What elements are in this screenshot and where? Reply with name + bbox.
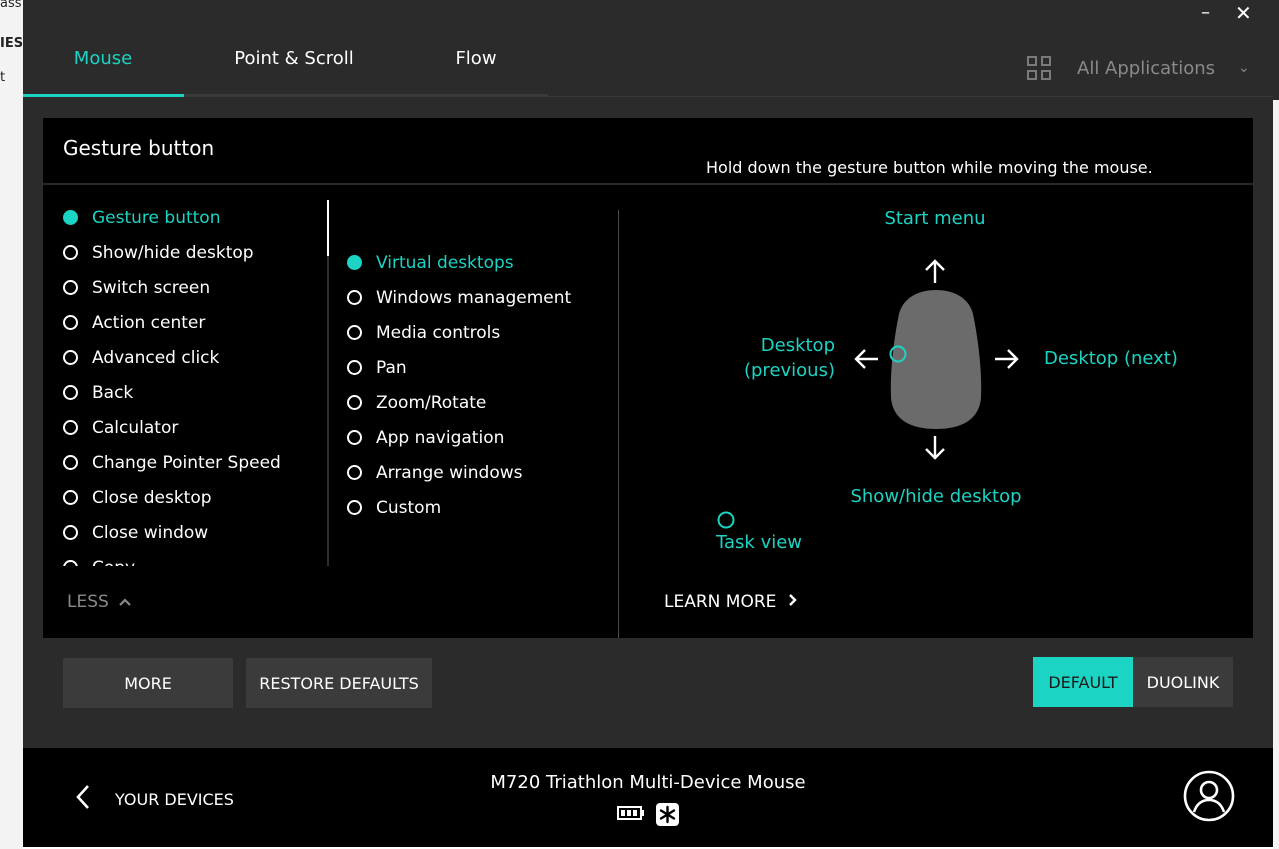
chevron-right-icon[interactable] (788, 593, 798, 607)
tab-flow[interactable]: Flow (436, 48, 516, 69)
bluetooth-icon (656, 803, 679, 826)
gesture-down-label: Show/hide desktop (850, 486, 1022, 507)
tab-point-scroll[interactable]: Point & Scroll (219, 48, 369, 69)
logi-options-window: – ✕ Mouse Point & Scroll Flow All Applic… (23, 0, 1273, 847)
gesture-button-panel: Gesture button Hold down the gesture but… (43, 118, 1253, 638)
arrow-right-icon (995, 349, 1019, 369)
gesture-right-label: Desktop (next) (1044, 348, 1178, 369)
grid-icon[interactable] (1027, 56, 1053, 82)
gesture-map: Start menu Desktop (previous) Desktop (n… (43, 118, 1253, 638)
learn-more-link[interactable]: LEARN MORE (664, 592, 798, 612)
user-profile-icon[interactable] (1183, 770, 1235, 822)
arrow-up-icon (925, 259, 945, 283)
gesture-diagram (717, 259, 1019, 529)
restore-defaults-button[interactable]: RESTORE DEFAULTS (246, 658, 432, 708)
background-window-edge-right (1273, 0, 1279, 849)
application-selector[interactable]: All Applications (1077, 58, 1215, 79)
more-button[interactable]: MORE (63, 658, 233, 708)
background-text: t (0, 70, 6, 85)
chevron-down-icon[interactable]: ⌄ (1238, 60, 1250, 76)
arrow-left-icon (854, 349, 878, 369)
background-window-edge: ass IES t (0, 0, 23, 849)
divider (548, 96, 1273, 97)
gesture-click-label: Task view (716, 532, 803, 553)
arrow-down-icon (925, 436, 945, 460)
background-text: ass (0, 0, 22, 11)
close-button[interactable]: ✕ (1235, 2, 1252, 24)
footer-bar: YOUR DEVICES M720 Triathlon Multi-Device… (23, 748, 1273, 847)
gesture-left-label: Desktop (previous) (743, 335, 835, 381)
active-tab-indicator (23, 94, 184, 97)
minimize-button[interactable]: – (1201, 2, 1210, 24)
tab-mouse[interactable]: Mouse (53, 48, 153, 69)
duolink-mode-button[interactable]: DUOLINK (1133, 657, 1233, 707)
gesture-up-label: Start menu (884, 208, 986, 229)
device-name: M720 Triathlon Multi-Device Mouse (490, 772, 806, 793)
task-view-marker-icon (717, 511, 735, 529)
background-text: IES (0, 36, 23, 51)
battery-icon (617, 806, 644, 820)
default-mode-button[interactable]: DEFAULT (1033, 657, 1133, 707)
